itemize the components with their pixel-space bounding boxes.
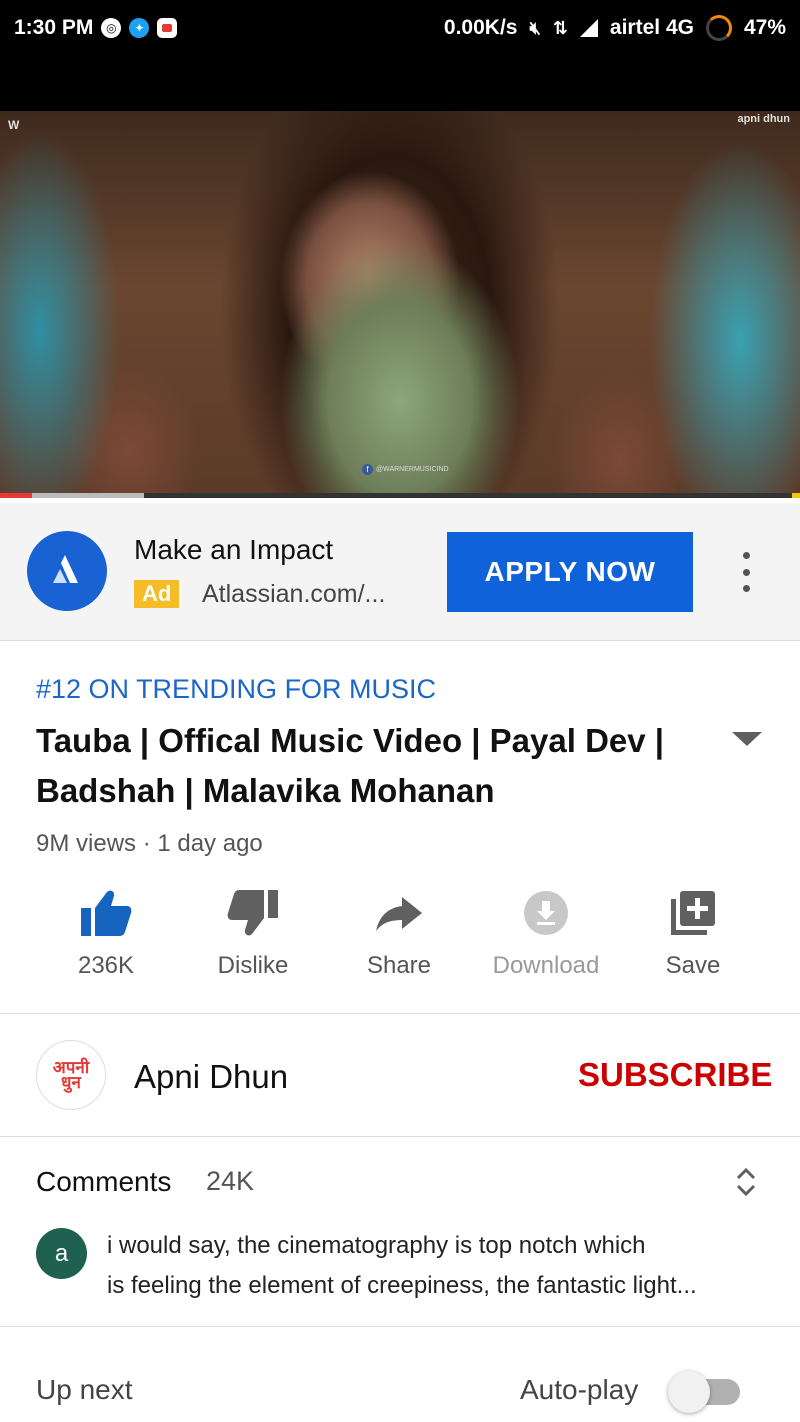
browser-notification-icon: ◎ — [101, 18, 122, 38]
save-label: Save — [665, 952, 721, 979]
battery-level: 47% — [743, 16, 786, 39]
download-label: Download — [492, 952, 600, 979]
progress-played — [0, 493, 32, 498]
save-button[interactable]: Save — [620, 880, 766, 980]
comment-line-2: is feeling the element of creepiness, th… — [107, 1272, 697, 1299]
comment-line-1: i would say, the cinematography is top n… — [107, 1232, 646, 1259]
video-progress-bar[interactable] — [0, 493, 800, 498]
share-label: Share — [366, 952, 432, 979]
comment-avatar[interactable]: a — [36, 1228, 87, 1279]
subscribe-button[interactable]: SUBSCRIBE — [578, 1056, 772, 1094]
autoplay-toggle[interactable] — [668, 1371, 740, 1413]
add-to-playlist-icon — [620, 880, 766, 946]
data-transfer-icon: ⇅ — [552, 17, 568, 38]
thumbs-down-icon — [180, 880, 326, 946]
toggle-knob — [668, 1371, 710, 1413]
twitter-notification-icon: ✦ — [129, 18, 150, 38]
ad-badge: Ad — [134, 580, 180, 608]
top-comment[interactable]: i would say, the cinematography is top n… — [107, 1226, 777, 1306]
ad-marker — [792, 493, 800, 498]
signal-icon — [579, 19, 598, 37]
video-player[interactable]: W apni dhun f @WARNERMUSICIND — [0, 56, 800, 498]
apply-now-button[interactable]: APPLY NOW — [447, 532, 693, 612]
download-button[interactable]: Download — [473, 880, 619, 980]
autoplay-label: Auto-play — [520, 1374, 639, 1405]
divider — [0, 1326, 800, 1327]
divider — [0, 1013, 800, 1014]
status-bar: 1:30 PM ◎ ✦ 0.00K/s 🔇︎ ⇅ airtel 4G 47% — [0, 0, 800, 56]
youtube-notification-icon — [157, 18, 178, 38]
battery-icon — [705, 15, 732, 41]
ad-title[interactable]: Make an Impact — [134, 534, 333, 566]
comments-count: 24K — [206, 1166, 255, 1196]
progress-buffered — [32, 493, 144, 498]
channel-avatar-text-bottom: धुन — [61, 1073, 81, 1092]
share-icon — [326, 880, 472, 946]
expand-description-icon[interactable] — [732, 732, 762, 746]
video-credit-text: @WARNERMUSICIND — [376, 466, 449, 473]
more-options-icon[interactable] — [734, 552, 758, 592]
channel-watermark: apni dhun — [737, 113, 790, 125]
carrier-label: airtel 4G — [609, 16, 694, 39]
up-next-label: Up next — [36, 1374, 133, 1405]
ad-url[interactable]: Atlassian.com/... — [202, 580, 385, 609]
network-speed: 0.00K/s — [443, 16, 518, 39]
trending-label[interactable]: #12 ON TRENDING FOR MUSIC — [36, 674, 436, 705]
share-button[interactable]: Share — [326, 880, 472, 980]
facebook-icon: f — [362, 464, 373, 475]
like-count: 236K — [77, 952, 135, 979]
action-bar: 236K Dislike Share Download Save — [0, 880, 800, 1000]
download-icon — [473, 880, 619, 946]
video-credit: f @WARNERMUSICIND — [362, 464, 449, 475]
like-button[interactable]: 236K — [33, 880, 179, 980]
status-time: 1:30 PM — [14, 16, 94, 39]
warner-watermark: W — [8, 118, 20, 132]
channel-avatar[interactable]: अपनी धुन — [36, 1040, 106, 1110]
atlassian-logo-icon[interactable] — [27, 531, 107, 611]
video-frame — [0, 111, 800, 498]
video-title[interactable]: Tauba | Offical Music Video | Payal Dev … — [36, 716, 696, 816]
comments-header[interactable]: Comments — [36, 1166, 171, 1198]
mute-icon: 🔇︎ — [529, 17, 541, 38]
channel-name[interactable]: Apni Dhun — [134, 1058, 288, 1096]
divider — [0, 1136, 800, 1137]
dislike-button[interactable]: Dislike — [180, 880, 326, 980]
dislike-label: Dislike — [217, 952, 289, 979]
thumbs-up-icon — [33, 880, 179, 946]
video-meta: 9M views · 1 day ago — [36, 830, 263, 857]
expand-comments-icon[interactable] — [733, 1165, 759, 1199]
